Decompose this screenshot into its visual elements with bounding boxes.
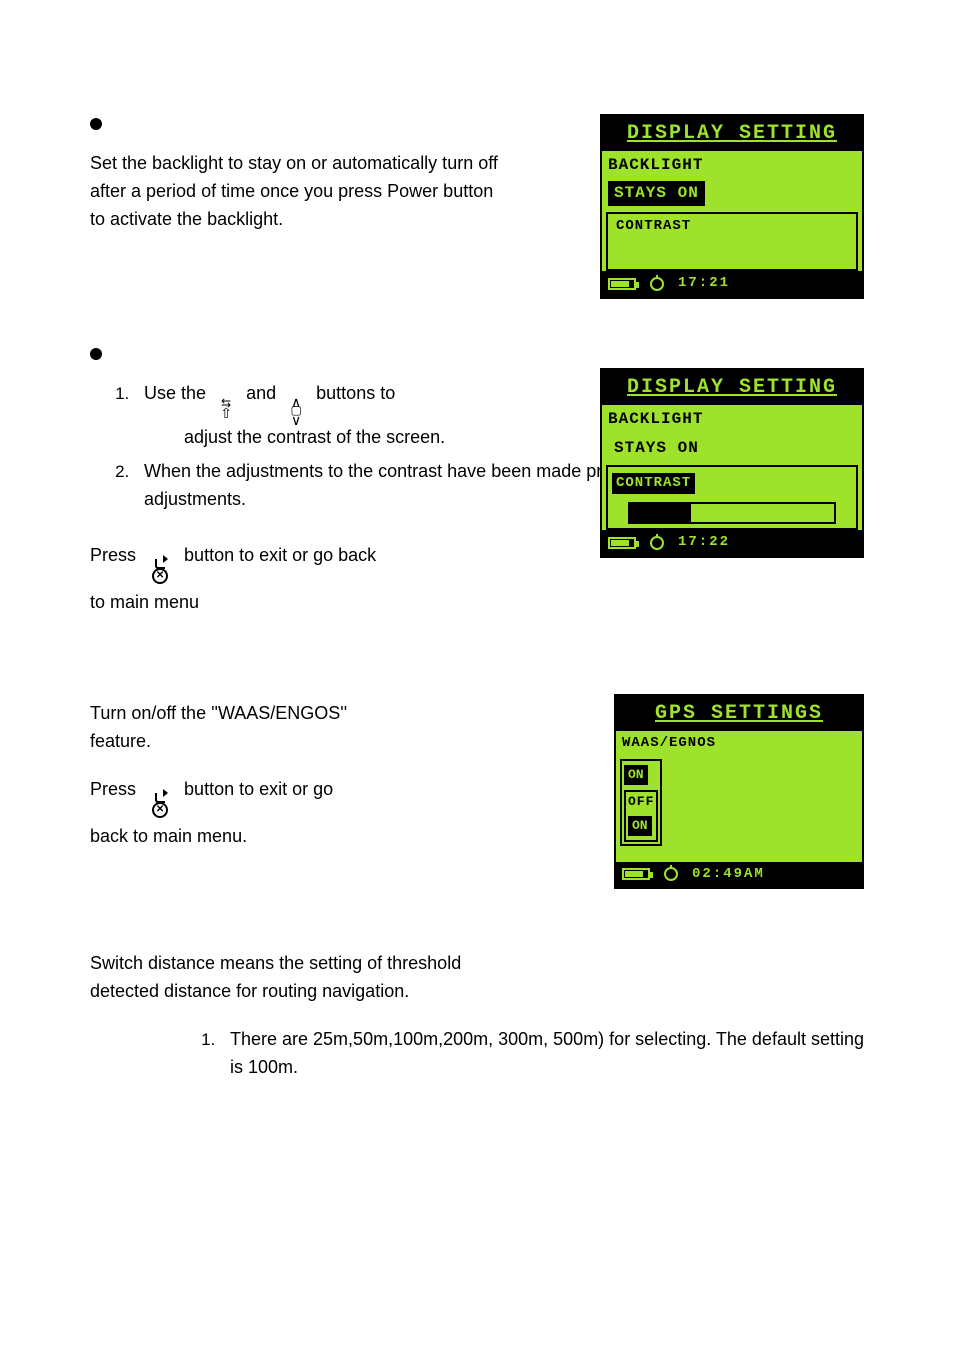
press-text: button to exit or go <box>184 779 333 799</box>
lcd-box-contrast: CONTRAST <box>606 212 858 272</box>
press-label: Press <box>90 545 136 565</box>
lcd-title: DISPLAY SETTING <box>602 370 862 405</box>
battery-icon <box>608 537 636 549</box>
lcd-row-contrast-selected: CONTRAST <box>612 473 695 495</box>
li-text: buttons to <box>316 383 395 403</box>
lcd-row-stays-on: STAYS ON <box>608 181 705 206</box>
press-text: button to exit or go back <box>184 545 376 565</box>
lcd-row-contrast: CONTRAST <box>612 216 852 238</box>
lcd-display-backlight: DISPLAY SETTING BACKLIGHT STAYS ON CONTR… <box>600 114 864 299</box>
list-item: There are 25m,50m,100m,200m, 300m, 500m)… <box>220 1026 864 1082</box>
esc-button-icon: ✕ <box>145 559 175 589</box>
lcd-time: 02:49AM <box>692 864 765 886</box>
down-mark-key-icon: ∧ ▢ ∨ <box>283 394 309 424</box>
lcd-time: 17:21 <box>678 273 730 295</box>
satellite-icon <box>650 277 664 291</box>
li-text: Use the <box>144 383 206 403</box>
battery-icon <box>622 868 650 880</box>
press-exit-line-2: to main menu <box>90 589 864 617</box>
lcd-footer: 17:21 <box>602 271 862 297</box>
battery-icon <box>608 278 636 290</box>
contrast-bar <box>628 502 836 524</box>
lcd-footer: 02:49AM <box>616 862 862 888</box>
lcd-row-backlight: BACKLIGHT <box>602 151 862 180</box>
li-text: There are 25m,50m,100m,200m, 300m, 500m)… <box>230 1029 864 1077</box>
lcd-row-waas: WAAS/EGNOS <box>616 731 862 757</box>
lcd-title: GPS SETTINGS <box>616 696 862 731</box>
lcd-time: 17:22 <box>678 532 730 554</box>
lcd-row-backlight: BACKLIGHT <box>602 405 862 434</box>
waas-description: Turn on/off the ''WAAS/ENGOS'' feature. <box>90 700 410 756</box>
lcd-option-box: ON OFF ON <box>620 759 662 846</box>
lcd-display-contrast: DISPLAY SETTING BACKLIGHT STAYS ON CONTR… <box>600 368 864 558</box>
lcd-display-gps: GPS SETTINGS WAAS/EGNOS ON OFF ON 02:49A… <box>614 694 864 889</box>
li-text: and <box>246 383 276 403</box>
bullet-icon <box>90 118 102 130</box>
up-split-key-icon: ⇆ ⇧ <box>213 387 239 417</box>
lcd-row-stays-on: STAYS ON <box>602 434 862 463</box>
backlight-description: Set the backlight to stay on or automati… <box>90 150 510 234</box>
contrast-bar-fill <box>630 504 691 522</box>
switch-distance-list: There are 25m,50m,100m,200m, 300m, 500m)… <box>90 1026 864 1082</box>
press-label: Press <box>90 779 136 799</box>
opt-off: OFF <box>628 792 654 812</box>
lcd-title: DISPLAY SETTING <box>602 116 862 151</box>
switch-distance-description: Switch distance means the setting of thr… <box>90 950 520 1006</box>
opt-on-selected: ON <box>624 765 648 785</box>
opt-on: ON <box>628 816 652 836</box>
lcd-box-contrast: CONTRAST <box>606 465 858 531</box>
esc-button-icon: ✕ <box>145 793 175 823</box>
bullet-icon <box>90 348 102 360</box>
satellite-icon <box>650 536 664 550</box>
satellite-icon <box>664 867 678 881</box>
lcd-footer: 17:22 <box>602 530 862 556</box>
